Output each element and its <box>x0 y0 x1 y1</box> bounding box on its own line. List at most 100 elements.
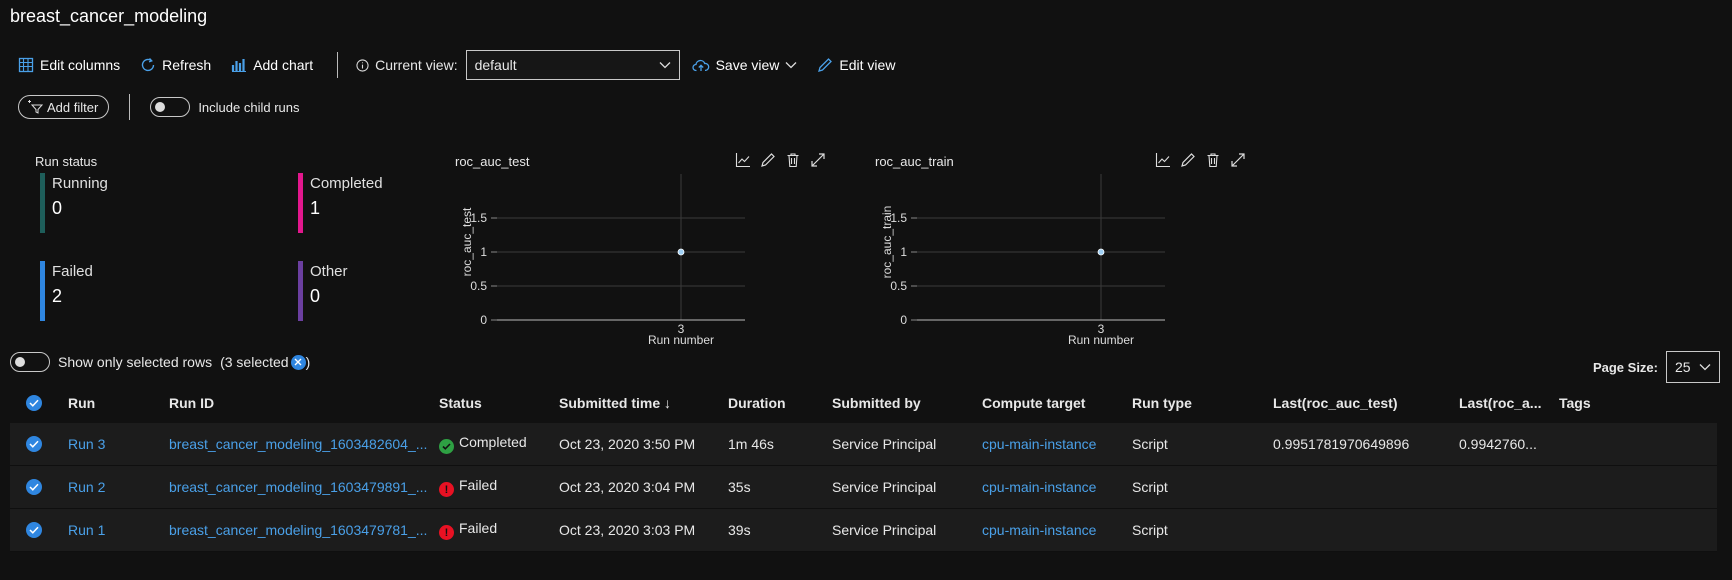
run-type-cell: Script <box>1132 479 1168 495</box>
column-header-last-roc-auc-test[interactable]: Last(roc_auc_test) <box>1273 395 1459 411</box>
chart-actions <box>735 152 826 168</box>
select-all-checkbox[interactable] <box>26 395 42 411</box>
current-view-label: Current view: <box>356 57 458 73</box>
column-header-submitted-by[interactable]: Submitted by <box>832 395 982 411</box>
y-axis-label: roc_auc_train <box>880 206 894 279</box>
status-value: 0 <box>52 198 63 218</box>
y-axis-label: roc_auc_test <box>460 207 474 276</box>
refresh-icon <box>141 58 155 72</box>
run-link[interactable]: Run 3 <box>68 436 169 452</box>
pencil-icon[interactable] <box>760 152 776 168</box>
table-row[interactable]: Run 1 breast_cancer_modeling_1603479781_… <box>10 509 1717 552</box>
submitted-time-cell: Oct 23, 2020 3:04 PM <box>559 479 696 495</box>
y-tick-label: 0 <box>900 313 907 327</box>
trash-icon[interactable] <box>1205 152 1221 168</box>
error-icon: ! <box>439 525 454 541</box>
column-header-run-type[interactable]: Run type <box>1132 395 1273 411</box>
line-chart-icon[interactable] <box>1155 152 1171 168</box>
chart-title: roc_auc_test <box>455 154 530 169</box>
include-child-runs-toggle[interactable] <box>150 97 191 117</box>
current-view-select[interactable]: default <box>465 50 680 80</box>
run-id-link[interactable]: breast_cancer_modeling_1603479891_... <box>169 479 439 495</box>
y-tick-label: 1 <box>480 245 487 259</box>
y-tick-label: 1 <box>900 245 907 259</box>
table-row[interactable]: Run 2 breast_cancer_modeling_1603479891_… <box>10 466 1717 509</box>
line-chart-icon[interactable] <box>735 152 751 168</box>
row-checkbox[interactable] <box>26 436 42 452</box>
add-filter-button[interactable]: Add filter <box>18 95 110 119</box>
run-id-link[interactable]: breast_cancer_modeling_1603482604_... <box>169 436 439 452</box>
row-checkbox[interactable] <box>26 522 42 538</box>
column-header-last-roc-auc-train[interactable]: Last(roc_a... <box>1459 395 1559 411</box>
roc-auc-test-chart: 00.511.53Run numberroc_auc_test <box>460 174 745 347</box>
toolbar: Edit columns Refresh Add chart Current v… <box>18 50 915 80</box>
edit-view-button[interactable]: Edit view <box>817 57 895 73</box>
pencil-icon[interactable] <box>1180 152 1196 168</box>
refresh-button[interactable]: Refresh <box>140 57 211 73</box>
page-size: Page Size: 25 <box>1593 351 1720 383</box>
status-value: 1 <box>310 198 321 218</box>
table-row[interactable]: Run 3 breast_cancer_modeling_1603482604_… <box>10 423 1717 466</box>
compute-target-link[interactable]: cpu-main-instance <box>982 522 1132 538</box>
column-header-compute-target[interactable]: Compute target <box>982 395 1132 411</box>
run-link[interactable]: Run 1 <box>68 522 169 538</box>
run-link[interactable]: Run 2 <box>68 479 169 495</box>
data-point <box>1097 248 1105 256</box>
trash-icon[interactable] <box>785 152 801 168</box>
save-view-label: Save view <box>715 57 780 73</box>
column-header-run[interactable]: Run <box>68 395 169 411</box>
submitted-time-cell: Oct 23, 2020 3:03 PM <box>559 522 696 538</box>
y-tick-label: 0.5 <box>470 279 487 293</box>
bar-chart-icon <box>232 59 247 72</box>
data-point <box>677 248 685 256</box>
run-status-title: Run status <box>35 154 98 169</box>
add-filter-icon <box>28 100 43 114</box>
expand-icon[interactable] <box>810 152 826 168</box>
current-view-text: Current view: <box>375 57 458 73</box>
duration-cell: 39s <box>728 522 751 538</box>
submitted-by-cell: Service Principal <box>832 522 937 538</box>
refresh-label: Refresh <box>162 57 212 73</box>
status-other: Other 0 <box>298 261 348 321</box>
check-circle-icon <box>439 439 454 454</box>
edit-columns-label: Edit columns <box>40 57 121 73</box>
submitted-by-cell: Service Principal <box>832 436 937 452</box>
cloud-upload-icon <box>692 59 709 72</box>
row-select-cell <box>10 436 68 452</box>
filter-divider <box>129 94 131 120</box>
row-checkbox[interactable] <box>26 479 42 495</box>
column-header-tags[interactable]: Tags <box>1559 395 1639 411</box>
compute-target-link[interactable]: cpu-main-instance <box>982 479 1132 495</box>
x-axis-label: Run number <box>1068 333 1134 347</box>
toolbar-divider <box>337 52 339 78</box>
status-cell: ! Failed <box>439 477 559 498</box>
expand-icon[interactable] <box>1230 152 1246 168</box>
page-size-select[interactable]: 25 <box>1666 351 1720 383</box>
status-text: Failed <box>459 476 498 493</box>
include-child-runs-label: Include child runs <box>198 99 300 115</box>
run-id-link[interactable]: breast_cancer_modeling_1603479781_... <box>169 522 439 538</box>
add-chart-button[interactable]: Add chart <box>231 57 313 73</box>
table-header: Run Run ID Status Submitted time ↓ Durat… <box>10 383 1717 423</box>
run-type-cell: Script <box>1132 436 1168 452</box>
show-only-selected-toggle[interactable] <box>10 352 50 372</box>
edit-columns-button[interactable]: Edit columns <box>18 57 120 73</box>
add-chart-label: Add chart <box>253 57 314 73</box>
roc-auc-train-chart: 00.511.53Run numberroc_auc_train <box>880 174 1165 347</box>
status-label: Failed <box>52 263 93 280</box>
column-header-submitted-time[interactable]: Submitted time ↓ <box>559 395 728 411</box>
column-header-run-id[interactable]: Run ID <box>169 395 439 411</box>
status-text: Failed <box>459 519 498 536</box>
chevron-down-icon <box>659 62 671 69</box>
save-view-button[interactable]: Save view <box>692 57 798 73</box>
page-size-value: 25 <box>1675 359 1691 375</box>
duration-cell: 1m 46s <box>728 436 774 452</box>
compute-target-link[interactable]: cpu-main-instance <box>982 436 1132 452</box>
column-header-duration[interactable]: Duration <box>728 395 832 411</box>
clear-selection-icon[interactable] <box>290 354 306 370</box>
status-cell: Completed <box>439 434 559 454</box>
table-grid-icon <box>18 57 34 73</box>
column-header-status[interactable]: Status <box>439 395 559 411</box>
last-roc-auc-train-cell: 0.9942760... <box>1459 436 1537 452</box>
status-bar <box>40 173 45 233</box>
